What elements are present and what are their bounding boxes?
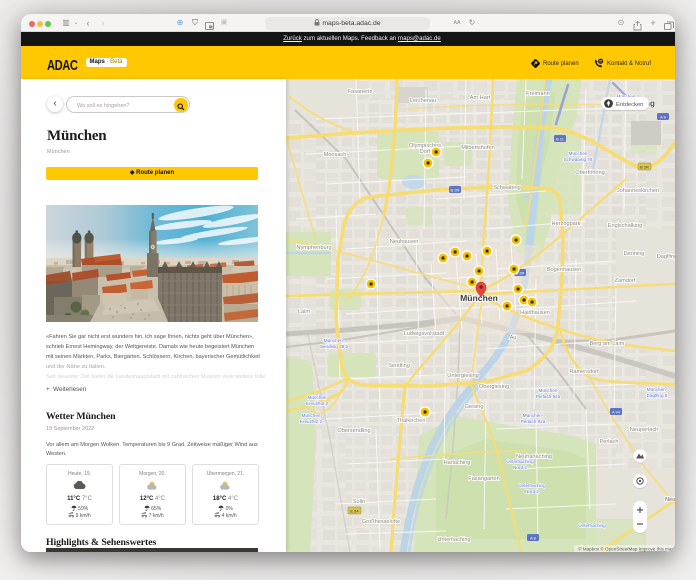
svg-text:Perlach: Perlach (600, 439, 619, 445)
svg-text:Berg am Laim: Berg am Laim (590, 341, 625, 347)
svg-text:Daglfing: Daglfing (657, 254, 675, 260)
svg-text:Oberföhring: Oberföhring (575, 170, 605, 176)
svg-text:Solln: Solln (353, 499, 365, 505)
svg-text:Untergiesing: Untergiesing (447, 373, 478, 379)
svg-text:Ramersdorf: Ramersdorf (569, 369, 599, 375)
svg-text:Unterhaching: Unterhaching (518, 483, 546, 488)
svg-text:Englschalking: Englschalking (608, 223, 643, 229)
svg-text:München-: München- (324, 338, 345, 343)
svg-text:Moosach: Moosach (324, 152, 347, 158)
svg-text:Zamdorf: Zamdorf (615, 278, 636, 284)
svg-text:Milbertshofen: Milbertshofen (461, 145, 495, 151)
svg-text:Perlach 92a: Perlach 92a (536, 394, 561, 399)
svg-text:Herzogpark: Herzogpark (552, 221, 581, 227)
svg-text:Perlach 92a: Perlach 92a (521, 419, 546, 424)
svg-text:Nord 2: Nord 2 (513, 465, 527, 470)
svg-text:Daglfing 5: Daglfing 5 (647, 393, 668, 398)
svg-text:Unterhaching: Unterhaching (506, 459, 534, 464)
svg-text:Am Hart: Am Hart (470, 95, 491, 101)
svg-text:Thalkirchen: Thalkirchen (397, 418, 426, 424)
svg-text:Kreuzhof 2: Kreuzhof 2 (300, 419, 323, 424)
svg-text:Sendling: Sendling (388, 363, 410, 369)
svg-text:Bogenhausen: Bogenhausen (547, 267, 582, 273)
svg-text:Neuperlach: Neuperlach (630, 427, 659, 433)
svg-text:A 8: A 8 (530, 536, 537, 541)
svg-text:München-: München- (647, 387, 668, 392)
svg-text:Au: Au (510, 335, 517, 341)
svg-text:München: München (308, 395, 327, 400)
svg-text:München: München (302, 413, 321, 418)
svg-text:München: München (539, 388, 558, 393)
svg-text:Fasangarten: Fasangarten (468, 476, 499, 482)
svg-text:Schwabing 76: Schwabing 76 (564, 157, 593, 162)
svg-text:A 94: A 94 (612, 410, 621, 415)
svg-text:Lerchenau: Lerchenau (410, 98, 436, 104)
svg-text:Neuhausen: Neuhausen (390, 239, 419, 245)
svg-text:Fasanerie: Fasanerie (348, 89, 373, 95)
svg-text:Ludwigsvorstadt: Ludwigsvorstadt (404, 331, 445, 337)
svg-text:Sendling 39 b: Sendling 39 b (320, 344, 349, 349)
svg-text:B 11: B 11 (556, 137, 565, 142)
svg-text:© Mapbox © OpenStreetMap Impro: © Mapbox © OpenStreetMap Improve this ma… (578, 546, 674, 552)
svg-text:Schwabing: Schwabing (493, 185, 520, 191)
svg-text:Harlaching: Harlaching (444, 460, 471, 466)
svg-text:B 2R: B 2R (640, 165, 649, 170)
svg-text:Entdecken: Entdecken (616, 102, 643, 108)
svg-text:Großhesselohe: Großhesselohe (362, 519, 400, 525)
svg-text:Freimann: Freimann (526, 91, 550, 97)
svg-text:Nord 2: Nord 2 (525, 489, 539, 494)
svg-text:Neub: Neub (665, 497, 675, 503)
svg-text:Obersendling: Obersendling (337, 428, 370, 434)
svg-text:Nymphenburg: Nymphenburg (296, 245, 331, 251)
svg-text:Denning: Denning (624, 251, 645, 257)
svg-text:München: München (569, 151, 588, 156)
svg-text:Johanneskirchen: Johanneskirchen (617, 188, 659, 194)
svg-text:Laim: Laim (298, 309, 310, 315)
svg-text:Unterhaching: Unterhaching (437, 537, 470, 543)
svg-text:B 2R: B 2R (451, 188, 460, 193)
svg-text:Unterhaching: Unterhaching (578, 523, 606, 528)
svg-text:E 54: E 54 (350, 509, 359, 514)
svg-text:München-: München- (523, 413, 544, 418)
svg-text:A 9: A 9 (660, 115, 667, 120)
svg-text:Haidhausen: Haidhausen (520, 310, 550, 316)
svg-text:Giesing: Giesing (465, 404, 484, 410)
svg-text:Obergiesing: Obergiesing (479, 384, 509, 390)
svg-text:Kreuzhof 2: Kreuzhof 2 (306, 401, 329, 406)
